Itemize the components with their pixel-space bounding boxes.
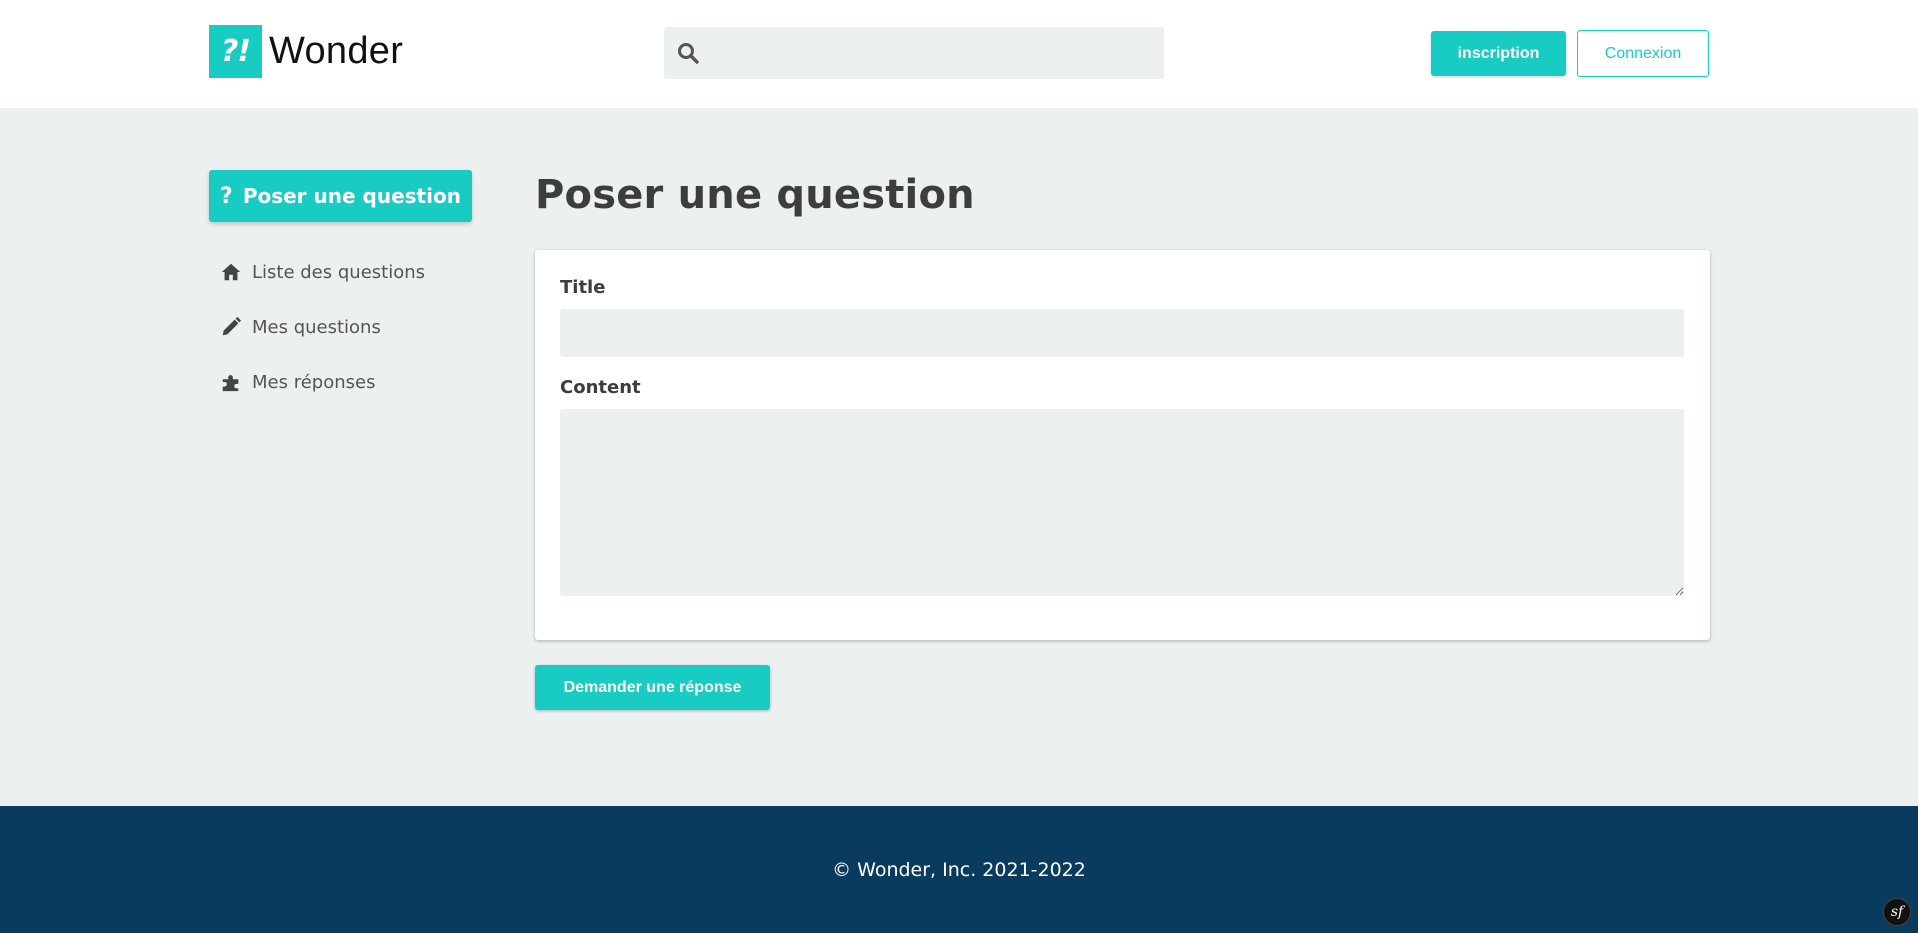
pencil-icon xyxy=(222,316,242,336)
logo-link[interactable]: ?! Wonder xyxy=(209,24,403,78)
search-input[interactable] xyxy=(708,27,1158,79)
content-label: Content xyxy=(560,377,641,398)
question-mark-icon: ? xyxy=(220,183,233,209)
title-label: Title xyxy=(560,277,606,298)
sidebar-item-label: Mes questions xyxy=(252,316,381,338)
home-icon xyxy=(221,263,241,281)
ask-question-button[interactable]: ? Poser une question xyxy=(209,170,472,222)
sidebar-item-my-answers[interactable]: Mes réponses xyxy=(220,364,480,400)
logo-text: Wonder xyxy=(269,29,404,72)
search-bar xyxy=(664,27,1164,79)
top-header: ?! Wonder inscription Connexion xyxy=(0,0,1918,108)
footer: © Wonder, Inc. 2021-2022 sf xyxy=(0,806,1918,933)
sidebar-nav: Liste des questions Mes questions Mes ré… xyxy=(220,254,480,419)
puzzle-icon xyxy=(222,375,239,392)
title-input[interactable] xyxy=(560,309,1684,357)
question-form-card: Title Content xyxy=(535,250,1710,640)
sidebar-item-question-list[interactable]: Liste des questions xyxy=(220,254,480,290)
copyright-text: © Wonder, Inc. 2021-2022 xyxy=(832,859,1086,881)
search-icon[interactable] xyxy=(676,41,700,65)
submit-question-button[interactable]: Demander une réponse xyxy=(535,665,770,710)
symfony-toolbar-icon[interactable]: sf xyxy=(1883,898,1911,926)
sidebar-item-label: Mes réponses xyxy=(252,371,376,393)
ask-question-label: Poser une question xyxy=(242,184,461,208)
logo-mark-icon: ?! xyxy=(209,24,262,78)
page-title: Poser une question xyxy=(535,172,975,218)
login-button[interactable]: Connexion xyxy=(1577,30,1709,77)
content-textarea[interactable] xyxy=(560,409,1684,596)
sidebar-item-my-questions[interactable]: Mes questions xyxy=(220,309,480,345)
sidebar-item-label: Liste des questions xyxy=(252,261,426,283)
signup-button[interactable]: inscription xyxy=(1431,31,1566,76)
